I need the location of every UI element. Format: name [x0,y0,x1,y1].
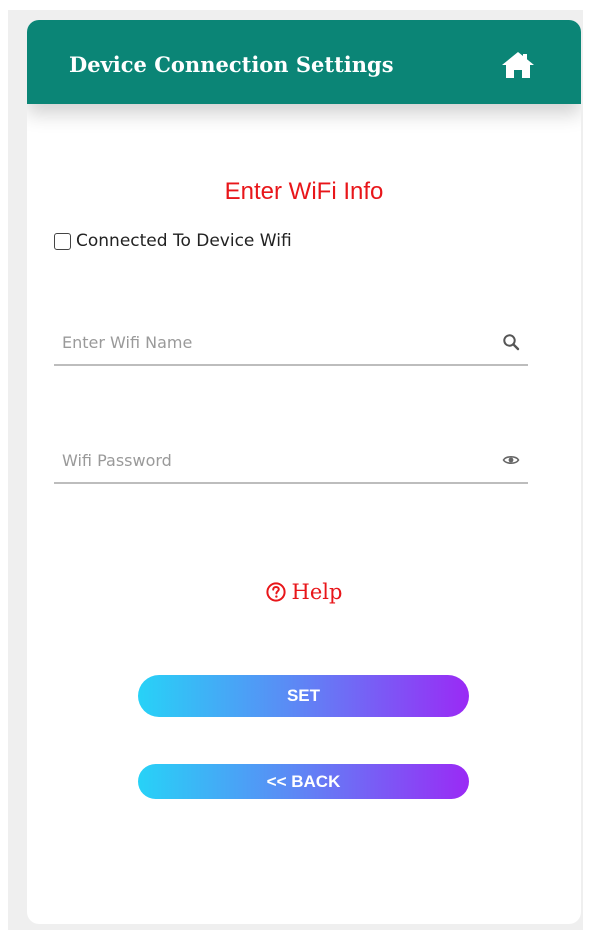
settings-card: Device Connection Settings Enter WiFi In… [27,20,581,924]
wifi-password-field [54,438,528,484]
question-circle-icon [265,582,286,602]
header-title: Device Connection Settings [69,52,394,77]
wifi-password-input[interactable] [62,446,482,474]
app-header: Device Connection Settings [27,20,581,104]
connected-checkbox[interactable] [54,232,71,250]
help-label: Help [291,580,343,604]
wifi-name-field [54,320,528,366]
wifi-name-input[interactable] [62,328,482,356]
section-title: Enter WiFi Info [224,178,384,205]
help-link[interactable]: Help [27,580,581,604]
connected-checkbox-row[interactable]: Connected To Device Wifi [54,230,292,252]
back-button[interactable]: << BACK [138,764,469,799]
home-icon[interactable] [501,51,535,79]
eye-icon[interactable] [502,451,520,469]
connected-checkbox-label: Connected To Device Wifi [76,231,292,251]
set-button[interactable]: SET [138,675,469,717]
search-icon[interactable] [502,333,520,351]
